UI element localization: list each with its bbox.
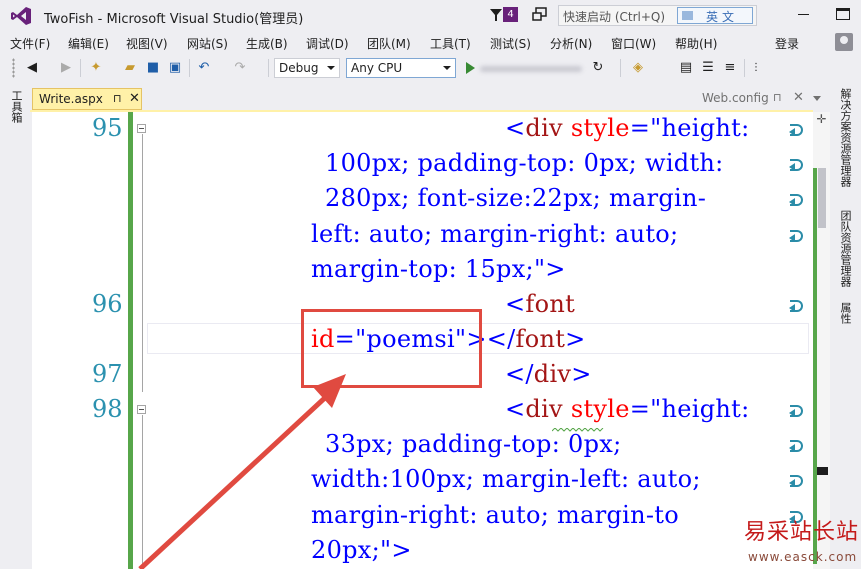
platform-value: Any CPU [351,61,403,75]
pin-icon[interactable]: ⊓ [113,92,122,105]
keyboard-icon [682,11,693,20]
code-editor[interactable]: 95 96 97 98 <div style="height: 100px; p… [32,112,813,569]
split-window-icon[interactable]: ✛ [816,113,827,125]
vertical-scrollbar[interactable]: ✛ [813,112,830,569]
redo-icon[interactable]: ↷ [232,60,248,76]
window-title: TwoFish - Microsoft Visual Studio(管理员) [44,12,304,27]
toolbar-separator [744,59,745,77]
visual-studio-logo-icon [11,7,31,25]
toolbar-grip[interactable] [12,58,15,78]
maximize-button[interactable] [836,8,850,20]
refresh-icon[interactable]: ↻ [590,60,606,76]
document-tab-strip: Write.aspx ⊓ ✕ Web.config ⊓ ✕ [30,88,830,110]
toolbox-tab[interactable]: 工具箱 [9,90,23,123]
close-icon[interactable]: ✕ [793,90,804,105]
right-tool-window-bar: 解决方案资源管理器 团队资源管理器 属性 [830,82,861,569]
menu-build[interactable]: 生成(B) [246,35,288,52]
menu-edit[interactable]: 编辑(E) [68,35,109,52]
menu-tools[interactable]: 工具(T) [430,35,471,52]
save-icon[interactable]: ■ [145,60,161,76]
quick-launch-placeholder: 快速启动 (Ctrl+Q) [563,10,666,24]
left-tool-window-bar: 工具箱 [0,82,30,569]
browser-link-icon[interactable]: ◈ [630,60,646,76]
sign-in-link[interactable]: 登录 [775,35,799,52]
undo-icon[interactable]: ↶ [196,60,212,76]
toolbar-separator [268,59,269,77]
caret-position-marker [817,467,828,475]
watermark-brand: 易采站长站 [744,520,860,545]
team-explorer-tab[interactable]: 团队资源管理器 [839,210,852,287]
menu-bar: 文件(F) 编辑(E) 视图(V) 网站(S) 生成(B) 调试(D) 团队(M… [0,32,861,54]
save-all-icon[interactable]: ▣ [167,60,183,76]
comment-lines-icon[interactable]: ☰ [700,60,716,76]
navigate-back-icon[interactable]: ◀ [24,60,40,76]
toolbar-separator [80,59,81,77]
open-file-icon[interactable]: ▰ [122,60,138,76]
scrollbar-thumb[interactable] [818,168,826,228]
ime-indicator[interactable]: 英文 [677,7,753,24]
start-debugging-icon[interactable] [466,62,475,74]
platform-dropdown[interactable]: Any CPU [346,58,456,78]
scrollbar-change-marker [813,168,817,564]
menu-analyze[interactable]: 分析(N) [550,35,592,52]
feedback-icon[interactable] [532,7,548,23]
navigate-forward-icon[interactable]: ▶ [58,60,74,76]
configuration-dropdown[interactable]: Debug [274,58,340,78]
menu-help[interactable]: 帮助(H) [675,35,717,52]
menu-debug[interactable]: 调试(D) [306,35,349,52]
chevron-down-icon [327,66,335,70]
toolbar-separator [620,59,621,77]
ime-language-label: 英文 [706,10,739,24]
toolbar-options-icon[interactable]: ⋮ [748,60,764,76]
minimize-button[interactable] [798,14,809,15]
tab-label: Write.aspx [39,92,103,106]
menu-team[interactable]: 团队(M) [367,35,411,52]
quick-launch-input[interactable]: 快速启动 (Ctrl+Q) 英文 [558,5,757,26]
title-bar: TwoFish - Microsoft Visual Studio(管理员) 4… [0,0,861,32]
new-project-icon[interactable]: ✦ [88,60,104,76]
notification-flag-icon[interactable] [490,9,502,21]
annotation-arrow [138,374,346,569]
site-watermark: 易采站长站 www.easck.com [744,510,861,569]
notification-count-badge[interactable]: 4 [503,7,518,22]
tab-write-aspx[interactable]: Write.aspx ⊓ ✕ [32,88,142,110]
watermark-url: www.easck.com [748,550,858,564]
menu-website[interactable]: 网站(S) [187,35,228,52]
uncomment-lines-icon[interactable]: ≡ [722,60,738,76]
toolbar-separator [189,59,190,77]
menu-view[interactable]: 视图(V) [126,35,168,52]
menu-window[interactable]: 窗口(W) [611,35,656,52]
pin-icon[interactable]: ⊓ [773,91,782,104]
account-avatar[interactable] [835,33,853,51]
menu-test[interactable]: 测试(S) [490,35,531,52]
configuration-value: Debug [279,61,319,75]
close-icon[interactable]: ✕ [129,91,140,106]
menu-file[interactable]: 文件(F) [10,35,50,52]
browser-target-label[interactable] [480,66,582,72]
solution-explorer-tab[interactable]: 解决方案资源管理器 [839,88,852,187]
tab-web-config[interactable]: Web.config [702,91,769,105]
tab-overflow-chevron-down-icon[interactable] [813,96,821,101]
page-icon[interactable]: ▤ [678,60,694,76]
standard-toolbar: ◀ ▶ ✦ ▰ ■ ▣ ↶ ↷ Debug Any CPU ↻ ◈ ▤ ☰ ≡ … [0,54,861,82]
chevron-down-icon [443,66,451,70]
properties-tab[interactable]: 属性 [839,302,852,324]
